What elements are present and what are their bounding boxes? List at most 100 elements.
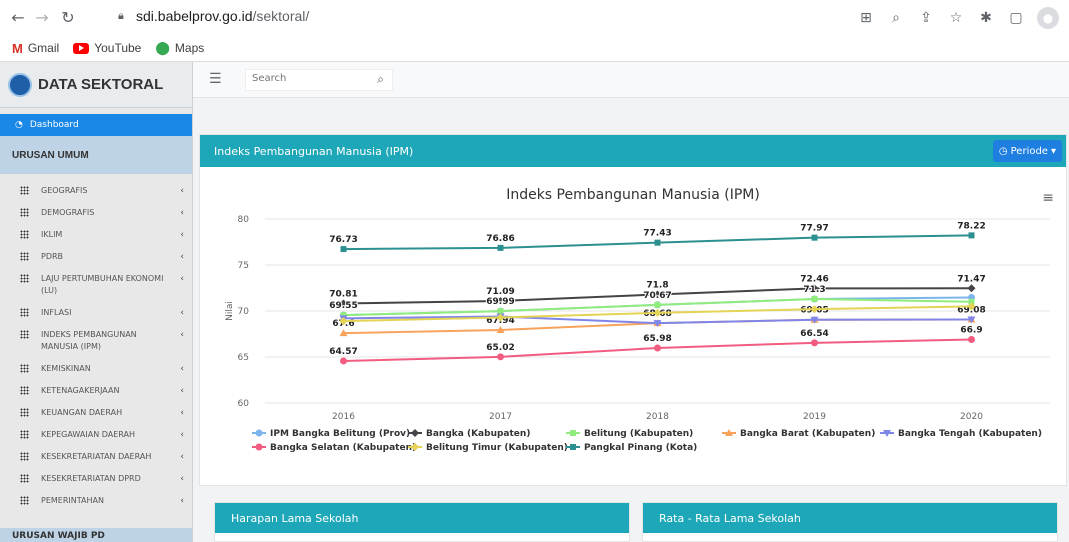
sidebar-item[interactable]: KEMISKINAN ‹ [0, 358, 192, 380]
periode-dropdown-button[interactable]: ◷ Periode ▾ [992, 140, 1062, 162]
chevron-left-icon: ‹ [180, 330, 184, 340]
extensions-icon[interactable]: ✱ [977, 10, 995, 26]
sidebar-item[interactable]: PEMERINTAHAN ‹ [0, 490, 192, 512]
sidebar-item-label: IKLIM [41, 230, 63, 239]
grid-icon [20, 308, 29, 317]
data-point [497, 308, 504, 315]
periode-label: Periode [1010, 145, 1048, 157]
data-label: 72.46 [800, 274, 828, 284]
legend-label: Bangka Tengah (Kabupaten) [898, 429, 1042, 439]
sidebar-item[interactable]: IKLIM ‹ [0, 224, 192, 246]
legend-item[interactable]: Belitung (Kabupaten) [566, 429, 693, 439]
data-point [968, 336, 975, 344]
x-tick-label: 2019 [803, 412, 826, 422]
back-icon[interactable]: ← [8, 8, 28, 28]
hamburger-menu-icon[interactable]: ☰ [209, 71, 222, 87]
legend-marker-icon [255, 429, 263, 437]
sidebar-item-label: PDRB [41, 252, 64, 261]
url-path: /sektoral/ [252, 8, 310, 24]
sidebar-item[interactable]: KETENAGAKERJAAN ‹ [0, 380, 192, 402]
bookmark-gmail[interactable]: M Gmail [12, 41, 59, 56]
series-7: 76.73 76.86 77.43 77.97 78.22 [328, 220, 987, 253]
bookmark-label: Maps [174, 41, 205, 55]
sidepanel-icon[interactable]: ▢ [1007, 10, 1025, 26]
address-bar[interactable]: 🔒︎ sdi.babelprov.go.id/sektoral/ [98, 5, 898, 31]
sidebar-item-label: KEMISKINAN [41, 364, 91, 373]
legend-item[interactable]: Bangka Tengah (Kabupaten) [880, 429, 1042, 439]
chevron-left-icon: ‹ [180, 386, 184, 396]
legend-item[interactable]: Belitung Timur (Kabupaten) [408, 443, 568, 453]
search-input[interactable] [252, 73, 362, 84]
browser-toolbar-icons: ⊞ ⌕ ⇪ ☆ ✱ ▢ ● [857, 7, 1059, 29]
legend-label: Bangka Selatan (Kabupaten) [270, 443, 416, 453]
data-point [340, 357, 347, 365]
legend-item[interactable]: IPM Bangka Belitung (Prov) [252, 429, 410, 439]
sidebar-item[interactable]: GEOGRAFIS ‹ [0, 180, 192, 202]
sidebar-item-label: KETENAGAKERJAAN [41, 386, 120, 395]
bookmark-maps[interactable]: ⬤ Maps [155, 40, 204, 56]
data-point [654, 301, 661, 308]
sidebar-item[interactable]: DEMOGRAFIS ‹ [0, 202, 192, 224]
chevron-left-icon: ‹ [180, 408, 184, 418]
data-point [654, 344, 661, 352]
x-tick-label: 2017 [489, 412, 512, 422]
chevron-left-icon: ‹ [180, 230, 184, 240]
profile-avatar-icon[interactable]: ● [1037, 7, 1059, 29]
card-title: Indeks Pembangunan Manusia (IPM) [214, 144, 414, 158]
translate-icon[interactable]: ⊞ [857, 10, 875, 26]
grid-icon [20, 430, 29, 439]
sidebar-item-dashboard[interactable]: ◔ Dashboard [0, 114, 192, 136]
share-icon[interactable]: ⇪ [917, 10, 935, 26]
legend-label: IPM Bangka Belitung (Prov) [270, 429, 410, 439]
zoom-icon[interactable]: ⌕ [887, 10, 905, 26]
legend-item[interactable]: Pangkal Pinang (Kota) [566, 443, 697, 453]
clock-icon: ◷ [998, 145, 1008, 157]
star-icon[interactable]: ☆ [947, 10, 965, 26]
data-label: 66.54 [800, 329, 828, 339]
sidebar: DATA SEKTORAL ◔ Dashboard URUSAN UMUM GE… [0, 62, 193, 542]
sidebar-item[interactable]: KESEKRETARIATAN DPRD ‹ [0, 468, 192, 490]
legend-marker-icon [255, 443, 263, 451]
forward-icon[interactable]: → [32, 8, 52, 28]
brand-title: DATA SEKTORAL [38, 76, 164, 93]
url-text[interactable]: sdi.babelprov.go.id/sektoral/ [136, 8, 309, 24]
sidebar-item[interactable]: INFLASI ‹ [0, 302, 192, 324]
sidebar-item[interactable]: KEPEGAWAIAN DAERAH ‹ [0, 424, 192, 446]
sidebar-item[interactable]: PDRB ‹ [0, 246, 192, 268]
sidebar-item[interactable]: KESEKRETARIATAN DAERAH ‹ [0, 446, 192, 468]
card-title: Rata - Rata Lama Sekolah [643, 503, 1057, 533]
chevron-left-icon: ‹ [180, 252, 184, 262]
card-header: Indeks Pembangunan Manusia (IPM) [200, 135, 1066, 167]
ipm-line-chart: Indeks Pembangunan Manusia (IPM) Nilai 6… [225, 187, 1050, 453]
reload-icon[interactable]: ↻ [58, 8, 78, 28]
maps-icon: ⬤ [155, 40, 170, 55]
x-axis-ticks: 2016 2017 2018 2019 2020 [332, 412, 983, 422]
data-point [811, 296, 818, 303]
legend-label: Bangka Barat (Kabupaten) [740, 429, 875, 439]
legend-label: Bangka (Kabupaten) [426, 429, 530, 439]
legend-item[interactable]: Bangka Selatan (Kabupaten) [252, 443, 416, 453]
grid-icon [20, 230, 29, 239]
bookmark-youtube[interactable]: YouTube [73, 41, 141, 55]
card-title: Harapan Lama Sekolah [215, 503, 629, 533]
harapan-lama-sekolah-card: Harapan Lama Sekolah [214, 502, 630, 542]
sidebar-item-label: KESEKRETARIATAN DPRD [41, 474, 141, 483]
data-point [811, 234, 818, 241]
sidebar-item[interactable]: INDEKS PEMBANGUNAN MANUSIA (IPM) ‹ [0, 324, 192, 358]
grid-icon [20, 208, 29, 217]
data-label: 77.43 [643, 229, 671, 239]
sidebar-item[interactable]: LAJU PERTUMBUHAN EKONOMI (LU) ‹ [0, 268, 192, 302]
y-axis-label: Nilai [225, 301, 235, 321]
browser-chrome: ← → ↻ 🔒︎ sdi.babelprov.go.id/sektoral/ ⊞… [0, 0, 1069, 62]
series-group: 70.81 71.09 71.8 72.46 71.47 69.55 69.99 70.67 7… [328, 220, 987, 365]
brand[interactable]: DATA SEKTORAL [0, 62, 192, 108]
grid-icon [20, 186, 29, 195]
grid-icon [20, 252, 29, 261]
sidebar-item[interactable]: KEUANGAN DAERAH ‹ [0, 402, 192, 424]
legend-item[interactable]: Bangka Barat (Kabupaten) [722, 429, 875, 439]
data-point [967, 284, 976, 293]
chevron-left-icon: ‹ [180, 308, 184, 318]
legend-item[interactable]: Bangka (Kabupaten) [408, 429, 530, 439]
search-icon[interactable]: ⌕ [377, 72, 384, 87]
sidebar-item-label: INDEKS PEMBANGUNAN MANUSIA (IPM) [41, 330, 137, 351]
